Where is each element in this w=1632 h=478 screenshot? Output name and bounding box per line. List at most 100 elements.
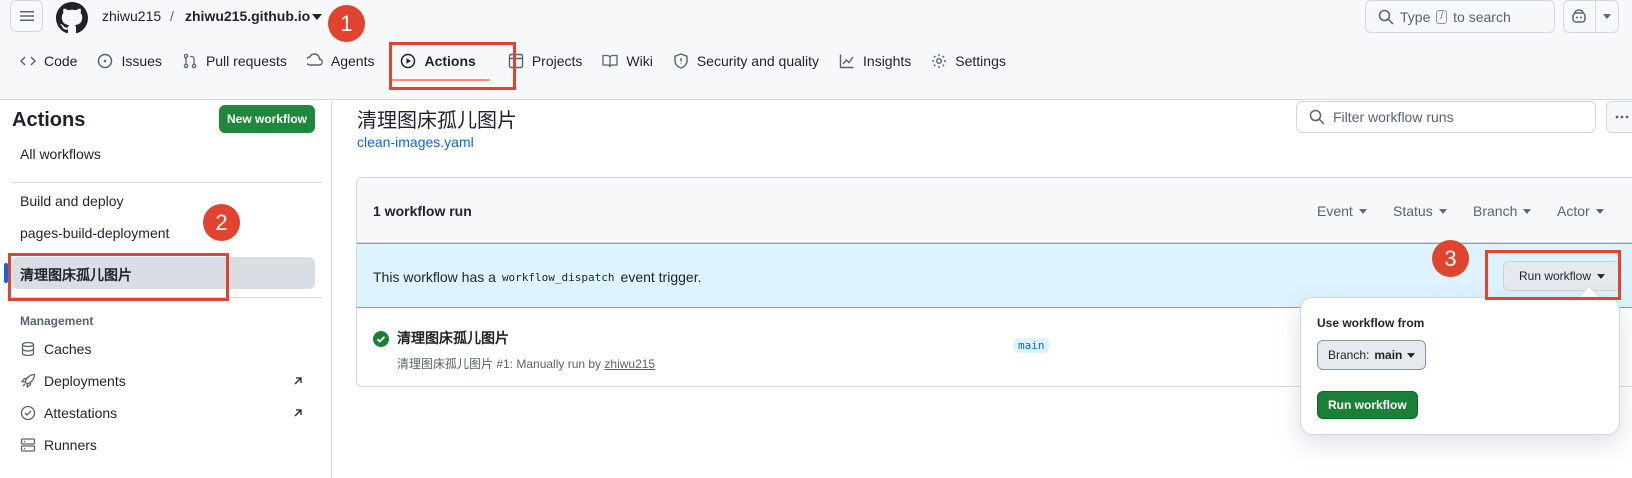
tab-label: Pull requests <box>205 53 287 69</box>
search-icon <box>1309 109 1325 125</box>
use-workflow-from-label: Use workflow from <box>1317 316 1425 330</box>
pull-request-icon <box>183 53 197 69</box>
sidebar-item-label: Caches <box>44 341 92 357</box>
menu-button[interactable] <box>10 0 43 32</box>
sidebar-item-all-workflows[interactable]: All workflows <box>20 146 101 162</box>
run-title[interactable]: 清理图床孤儿图片 <box>397 328 509 348</box>
chevron-down-icon <box>1595 208 1604 214</box>
agent-icon <box>306 53 323 66</box>
sidebar-item-runners[interactable]: Runners <box>20 437 97 453</box>
chevron-down-icon <box>1407 352 1416 358</box>
external-link-icon <box>294 377 302 385</box>
filter-placeholder: Filter workflow runs <box>1333 109 1454 125</box>
page-title: 清理图床孤儿图片 <box>357 110 517 132</box>
banner-text-post: event trigger. <box>620 269 702 285</box>
search-suffix: to search <box>1453 8 1511 25</box>
annotation-box-actions <box>389 42 516 90</box>
github-logo-icon[interactable] <box>56 2 88 34</box>
hamburger-icon <box>19 11 34 21</box>
tab-security[interactable]: Security and quality <box>663 42 829 80</box>
tab-issues[interactable]: Issues <box>87 42 171 80</box>
branch-label[interactable]: main <box>1013 338 1050 353</box>
sidebar-item-label: Runners <box>44 437 97 453</box>
run-workflow-dropdown: Use workflow from Branch: main Run workf… <box>1300 297 1620 435</box>
tab-code[interactable]: Code <box>0 42 87 80</box>
search-icon <box>1378 9 1394 25</box>
filter-label: Actor <box>1557 203 1590 219</box>
breadcrumb-separator: / <box>170 8 174 24</box>
tab-label: Insights <box>863 53 912 69</box>
filter-label: Status <box>1393 203 1433 219</box>
more-options-button[interactable] <box>1606 101 1632 133</box>
chevron-down-icon[interactable] <box>312 14 322 20</box>
banner-text-pre: This workflow has a <box>373 269 496 285</box>
sidebar-divider <box>12 182 322 183</box>
workflow-file-link[interactable]: clean-images.yaml <box>357 134 474 150</box>
tab-settings[interactable]: Settings <box>921 42 1016 80</box>
chevron-down-icon <box>1523 208 1532 214</box>
run-subtitle-text: 清理图床孤儿图片 #1: Manually run by <box>397 357 602 371</box>
tab-label: Issues <box>121 53 162 69</box>
tab-wiki[interactable]: Wiki <box>592 42 662 80</box>
search-input[interactable]: Type / to search <box>1365 0 1555 33</box>
branch-value: main <box>1374 348 1403 362</box>
sidebar-item-label: Deployments <box>44 373 126 389</box>
tab-agents[interactable]: Agents <box>297 42 385 80</box>
search-shortcut-key: / <box>1436 9 1448 24</box>
database-icon <box>21 341 35 357</box>
breadcrumb-repo[interactable]: zhiwu215.github.io <box>185 8 310 24</box>
filter-label: Event <box>1317 203 1353 219</box>
chevron-down-icon <box>1438 208 1447 214</box>
branch-select-button[interactable]: Branch: main <box>1317 340 1427 370</box>
sidebar-item-build-and-deploy[interactable]: Build and deploy <box>20 193 124 209</box>
shield-icon <box>674 53 688 69</box>
sidebar-item-pages-build-deployment[interactable]: pages-build-deployment <box>20 225 169 241</box>
kebab-horizontal-icon <box>1615 115 1629 119</box>
tab-label: Security and quality <box>696 53 820 69</box>
run-actor-link[interactable]: zhiwu215 <box>604 357 655 371</box>
new-workflow-button[interactable]: New workflow <box>219 105 315 133</box>
sidebar-item-deployments[interactable]: Deployments <box>20 373 126 389</box>
tab-pull-requests[interactable]: Pull requests <box>172 42 297 80</box>
tab-label: Agents <box>330 53 375 69</box>
banner-text: This workflow has a workflow_dispatch ev… <box>373 269 701 285</box>
run-subtitle: 清理图床孤儿图片 #1: Manually run by zhiwu215 <box>397 355 655 372</box>
tab-label: Wiki <box>626 53 653 69</box>
filter-actor-dropdown[interactable]: Actor <box>1557 203 1604 219</box>
filter-label: Branch <box>1473 203 1518 219</box>
tab-label: Settings <box>955 53 1006 69</box>
annotation-box-workflow <box>8 253 229 301</box>
gear-icon <box>932 54 947 68</box>
verified-icon <box>20 405 36 421</box>
tab-label: Projects <box>531 53 583 69</box>
tab-insights[interactable]: Insights <box>829 42 921 80</box>
filter-status-dropdown[interactable]: Status <box>1393 203 1447 219</box>
management-heading: Management <box>20 314 94 328</box>
filter-workflow-runs-input[interactable]: Filter workflow runs <box>1296 101 1596 133</box>
annotation-marker-3: 3 <box>1432 240 1469 277</box>
runs-list-header: 1 workflow run Event Status Branch Actor <box>357 178 1632 243</box>
chevron-down-icon <box>1358 208 1367 214</box>
annotation-marker-1: 1 <box>328 5 365 42</box>
annotation-marker-2: 2 <box>203 204 240 241</box>
repo-header: zhiwu215 / zhiwu215.github.io Type / to … <box>0 0 1632 100</box>
rocket-icon <box>20 373 36 389</box>
filter-branch-dropdown[interactable]: Branch <box>1473 203 1532 219</box>
server-icon <box>20 438 36 452</box>
graph-icon <box>839 54 854 69</box>
sidebar-item-caches[interactable]: Caches <box>20 341 91 357</box>
annotation-box-run-workflow <box>1485 250 1621 300</box>
sidebar-item-attestations[interactable]: Attestations <box>20 405 117 421</box>
issue-icon <box>98 53 113 69</box>
copilot-button[interactable] <box>1563 0 1619 33</box>
run-count: 1 workflow run <box>373 203 472 219</box>
code-icon <box>20 56 36 66</box>
sidebar-item-label: Attestations <box>44 405 118 421</box>
book-icon <box>602 54 619 68</box>
copilot-icon[interactable] <box>1564 1 1595 32</box>
filter-event-dropdown[interactable]: Event <box>1317 203 1367 219</box>
breadcrumb-owner[interactable]: zhiwu215 <box>102 8 161 24</box>
copilot-menu-chevron-icon[interactable] <box>1594 1 1618 32</box>
confirm-run-workflow-button[interactable]: Run workflow <box>1317 391 1418 419</box>
branch-prefix: Branch: <box>1328 348 1370 362</box>
